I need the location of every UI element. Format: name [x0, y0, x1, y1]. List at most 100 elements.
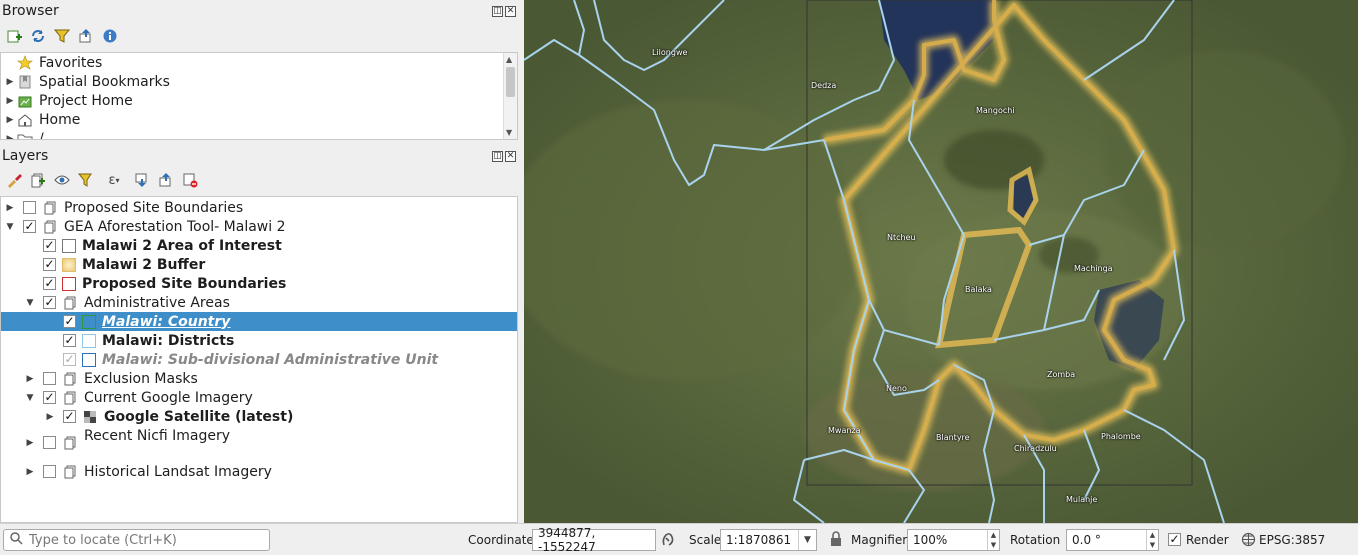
map-canvas[interactable]: Lilongwe Dedza Mangochi Ntcheu Balaka Ma…: [524, 0, 1358, 523]
place-label: Ntcheu: [887, 233, 916, 242]
layer-row-malawi-country[interactable]: ✓ Malawi: Country: [1, 312, 517, 331]
add-selected-layers-icon[interactable]: [4, 26, 24, 46]
folder-icon: [17, 131, 33, 139]
coordinate-field[interactable]: 3944877, -1552247: [532, 526, 656, 554]
search-icon: [10, 531, 23, 549]
home-icon: [17, 112, 33, 128]
layer-row-proposed-site-boundaries[interactable]: ▶ Proposed Site Boundaries: [3, 198, 244, 217]
layer-checkbox[interactable]: ✓: [63, 410, 76, 423]
project-home-icon: [17, 93, 33, 109]
close-panel-icon[interactable]: ✕: [505, 151, 516, 162]
browser-item-project-home[interactable]: ▶ Project Home: [3, 91, 133, 110]
rotation-spinbox[interactable]: 0.0 ° ▲ ▼: [1066, 529, 1159, 551]
layer-checkbox[interactable]: [23, 201, 36, 214]
chevron-down-icon[interactable]: ▼: [23, 298, 37, 308]
style-brush-icon[interactable]: [4, 170, 24, 190]
layer-row-area-of-interest[interactable]: ✓ Malawi 2 Area of Interest: [43, 236, 282, 255]
layer-checkbox[interactable]: [43, 465, 56, 478]
group-icon: [62, 464, 78, 480]
collapse-all-icon[interactable]: [76, 26, 96, 46]
filter-legend-icon[interactable]: [76, 170, 96, 190]
layer-row-exclusion-masks[interactable]: ▶ Exclusion Masks: [23, 369, 198, 388]
layer-row-gea-tool[interactable]: ▼ ✓ GEA Aforestation Tool- Malawi 2: [3, 217, 286, 236]
layer-symbol: [82, 314, 96, 329]
locator-search-input[interactable]: Type to locate (Ctrl+K): [3, 529, 270, 551]
chevron-right-icon[interactable]: ▶: [23, 374, 37, 384]
layer-checkbox[interactable]: ✓: [43, 258, 56, 271]
magnifier-label: Magnifier: [851, 533, 908, 547]
collapse-all-icon[interactable]: [156, 170, 176, 190]
place-label: Lilongwe: [652, 48, 688, 57]
bookmarks-icon: [17, 74, 33, 90]
rotation-label: Rotation: [1010, 533, 1061, 547]
chevron-right-icon[interactable]: ▶: [23, 467, 37, 477]
layer-row-malawi-districts[interactable]: ✓ Malawi: Districts: [63, 331, 234, 350]
layer-checkbox[interactable]: ✓: [63, 353, 76, 366]
layers-tree: ▶ Proposed Site Boundaries ▼ ✓ GEA Afore…: [0, 196, 518, 523]
float-panel-icon[interactable]: ◫: [492, 6, 503, 17]
place-label: Dedza: [811, 81, 837, 90]
browser-item-home[interactable]: ▶ Home: [3, 110, 81, 129]
float-panel-icon[interactable]: ◫: [492, 151, 503, 162]
scale-combobox[interactable]: 1:1870861 ▼: [720, 529, 817, 551]
info-icon[interactable]: [100, 26, 120, 46]
chevron-right-icon[interactable]: ▶: [3, 134, 17, 140]
layer-row-site-boundaries[interactable]: ✓ Proposed Site Boundaries: [43, 274, 286, 293]
coordinate-toggle-icon[interactable]: [660, 531, 676, 550]
layer-row-buffer[interactable]: ✓ Malawi 2 Buffer: [43, 255, 205, 274]
crs-button[interactable]: EPSG:3857: [1259, 533, 1325, 547]
spin-arrows-icon[interactable]: ▲ ▼: [987, 530, 999, 550]
scale-label: Scale: [689, 533, 722, 547]
layer-row-nicfi-imagery[interactable]: ▶ Recent Nicfi Imagery: [23, 426, 230, 449]
layer-row-landsat-imagery[interactable]: ▶ Historical Landsat Imagery: [23, 462, 272, 481]
spin-arrows-icon[interactable]: ▲ ▼: [1146, 530, 1158, 550]
crs-globe-icon[interactable]: [1241, 532, 1256, 550]
filter-icon[interactable]: [52, 26, 72, 46]
magnifier-spinbox[interactable]: 100% ▲ ▼: [907, 529, 1000, 551]
layer-checkbox[interactable]: ✓: [43, 391, 56, 404]
close-panel-icon[interactable]: ✕: [505, 6, 516, 17]
browser-item-spatial-bookmarks[interactable]: ▶ Spatial Bookmarks: [3, 72, 170, 91]
chevron-right-icon[interactable]: ▶: [3, 96, 17, 106]
place-label: Neno: [886, 384, 907, 393]
layer-checkbox[interactable]: ✓: [43, 296, 56, 309]
chevron-right-icon[interactable]: ▶: [3, 77, 17, 87]
chevron-right-icon[interactable]: ▶: [43, 412, 57, 422]
layer-checkbox[interactable]: ✓: [63, 334, 76, 347]
layer-row-current-google-imagery[interactable]: ▼ ✓ Current Google Imagery: [23, 388, 253, 407]
layer-checkbox[interactable]: [43, 436, 56, 449]
layer-row-sub-divisional[interactable]: ✓ Malawi: Sub-divisional Administrative …: [63, 350, 438, 369]
layer-row-administrative-areas[interactable]: ▼ ✓ Administrative Areas: [23, 293, 230, 312]
layer-symbol: [82, 352, 96, 367]
layer-checkbox[interactable]: ✓: [43, 239, 56, 252]
chevron-down-icon[interactable]: ▼: [798, 530, 816, 550]
browser-item-root[interactable]: ▶ /: [3, 129, 44, 140]
visibility-eye-icon[interactable]: [52, 170, 72, 190]
place-label: Zomba: [1047, 370, 1076, 379]
remove-layer-icon[interactable]: [180, 170, 200, 190]
lock-scale-icon[interactable]: [829, 531, 843, 550]
layer-checkbox[interactable]: ✓: [43, 277, 56, 290]
refresh-icon[interactable]: [28, 26, 48, 46]
layer-symbol: [62, 276, 76, 291]
browser-toolbar: [4, 25, 120, 47]
chevron-down-icon[interactable]: ▼: [23, 393, 37, 403]
layer-checkbox[interactable]: ✓: [63, 315, 76, 328]
browser-item-favorites[interactable]: Favorites: [3, 53, 102, 72]
coordinate-label: Coordinate: [468, 533, 534, 547]
chevron-right-icon[interactable]: ▶: [3, 203, 17, 213]
layer-checkbox[interactable]: [43, 372, 56, 385]
add-group-icon[interactable]: [28, 170, 48, 190]
place-label: Mulanje: [1066, 495, 1098, 504]
expand-all-icon[interactable]: [132, 170, 152, 190]
render-checkbox[interactable]: ✓: [1168, 533, 1181, 546]
chevron-right-icon[interactable]: ▶: [3, 115, 17, 125]
layer-row-google-satellite[interactable]: ▶ ✓ Google Satellite (latest): [43, 407, 294, 426]
place-label: Mangochi: [976, 106, 1015, 115]
filter-expression-icon[interactable]: ε ▾: [100, 170, 128, 190]
browser-panel-controls: ◫ ✕: [492, 6, 516, 17]
chevron-right-icon[interactable]: ▶: [23, 438, 37, 448]
layer-checkbox[interactable]: ✓: [23, 220, 36, 233]
browser-scrollbar[interactable]: ▲ ▼: [503, 53, 517, 139]
chevron-down-icon[interactable]: ▼: [3, 222, 17, 232]
